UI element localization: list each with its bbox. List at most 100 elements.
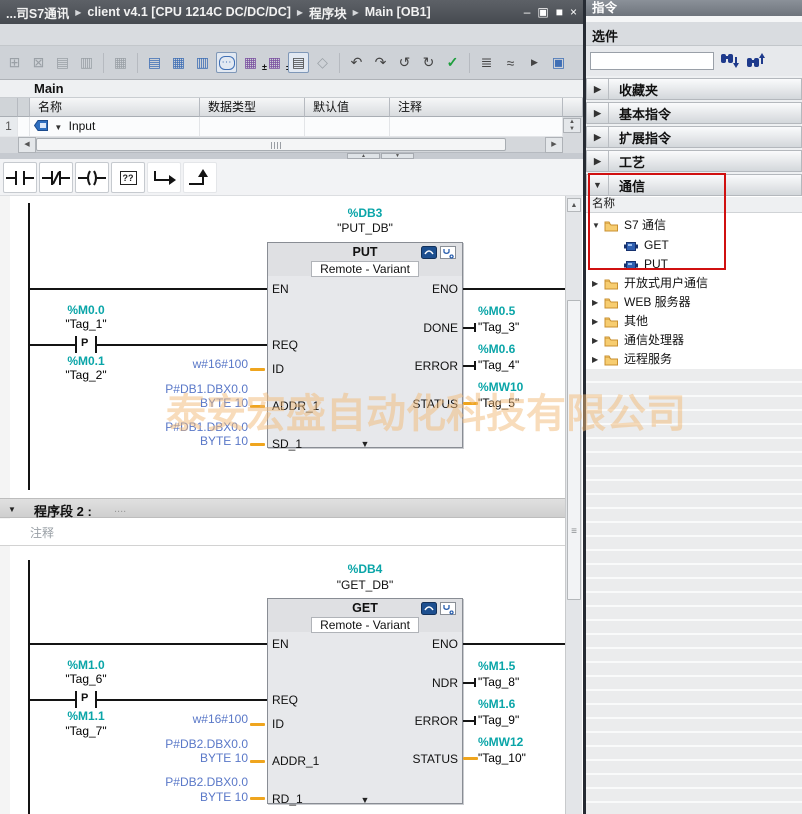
ff-wizard-icon[interactable]: ◇ [312, 52, 333, 73]
find-previous-icon[interactable] [746, 52, 768, 69]
chevron-down-icon[interactable]: ▼ [587, 175, 609, 195]
edge-memory-address[interactable]: %M1.1 [38, 709, 134, 723]
pin-id[interactable]: ID [272, 717, 284, 731]
redo-icon[interactable]: ↷ [370, 52, 391, 73]
pin-req[interactable]: REQ [272, 693, 298, 707]
breadcrumb-main-ob1[interactable]: Main [OB1] [365, 5, 431, 19]
tree-item-open-user-communication[interactable]: ▶ 开放式用户通信 [586, 274, 802, 293]
row-handle[interactable] [18, 117, 30, 137]
addr1-pointer[interactable]: P#DB2.DBX0.0 [128, 737, 248, 751]
row-dropdown-icon[interactable]: ▼ [54, 123, 62, 132]
search-input[interactable] [590, 52, 714, 70]
breadcrumb-plc[interactable]: client v4.1 [CPU 1214C DC/DC/DC] [87, 5, 291, 19]
table-hscrollbar[interactable]: ◀ ▶ [18, 137, 563, 153]
collapse-networks-icon[interactable]: ▦ [168, 52, 189, 73]
row-cell-comment[interactable] [390, 117, 563, 137]
edge-memory-tag[interactable]: "Tag_7" [38, 724, 134, 738]
scroll-right-icon[interactable]: ▶ [545, 137, 563, 153]
tree-column-header[interactable]: 名称 [586, 197, 802, 213]
restore-button[interactable]: ▣ [537, 5, 548, 19]
tree-expand-icon[interactable]: ▶ [592, 355, 598, 364]
no-contact-button[interactable] [3, 162, 37, 193]
block-calls-icon[interactable]: ▦ [110, 52, 131, 73]
toolbar-overflow-icon[interactable]: ▶ [524, 52, 545, 73]
breadcrumb-project[interactable]: ...司S7通讯 [6, 3, 69, 22]
close-branch-button[interactable] [183, 162, 217, 193]
insert-column-icon[interactable]: ▥ [76, 52, 97, 73]
pin-en[interactable]: EN [272, 637, 289, 651]
status-info-icon[interactable]: ≣ [476, 52, 497, 73]
pin-error[interactable]: ERROR [360, 714, 458, 728]
network-comments-toggle-icon[interactable]: ⋯ [216, 52, 237, 73]
addr1-length[interactable]: BYTE 10 [128, 751, 248, 765]
pin-addr1[interactable]: ADDR_1 [272, 754, 319, 768]
contact-operand-tag[interactable]: "Tag_6" [38, 672, 134, 686]
rd1-length[interactable]: BYTE 10 [128, 790, 248, 804]
minimize-button[interactable]: – [524, 5, 531, 19]
row-name[interactable]: Input [69, 119, 96, 133]
pin-status[interactable]: STATUS [360, 752, 458, 766]
signal-crossings-icon[interactable]: ≈ [500, 52, 521, 73]
scroll-down-icon[interactable]: ▼ [564, 126, 580, 133]
tree-item-communication-processors[interactable]: ▶ 通信处理器 [586, 331, 802, 350]
section-basic-instructions[interactable]: ▶ 基本指令 [586, 102, 802, 124]
insert-network-icon[interactable]: ⊞ [4, 52, 25, 73]
block-expand-icon[interactable]: ▼ [267, 795, 463, 805]
contact-operand-address[interactable]: %M1.0 [38, 658, 134, 672]
get-block-variant[interactable]: Remote - Variant [267, 616, 463, 634]
section-communication[interactable]: ▼ 通信 [586, 174, 802, 196]
chevron-right-icon[interactable]: ▶ [587, 151, 609, 171]
tree-expand-icon[interactable]: ▶ [592, 336, 598, 345]
display-format-toggle-icon[interactable]: ▤ [288, 52, 309, 73]
delete-network-icon[interactable]: ⊠ [28, 52, 49, 73]
table-row[interactable]: ▼ Input [30, 117, 200, 137]
empty-box-button[interactable]: ?? [111, 162, 145, 193]
absolute-operands-icon[interactable]: ▦± [240, 52, 261, 73]
block-config-icon[interactable] [440, 602, 456, 615]
open-branch-button[interactable] [147, 162, 181, 193]
hscroll-thumb[interactable] [36, 138, 506, 151]
instance-db-name[interactable]: "GET_DB" [267, 578, 463, 592]
scroll-left-icon[interactable]: ◀ [18, 137, 36, 153]
column-header-default[interactable]: 默认值 [305, 98, 390, 117]
section-favorites[interactable]: ▶ 收藏夹 [586, 78, 802, 100]
maximize-button[interactable]: ■ [556, 5, 563, 19]
chevron-right-icon[interactable]: ▶ [587, 103, 609, 123]
tree-expand-icon[interactable]: ▶ [592, 317, 598, 326]
tree-item-s7-communication[interactable]: ▼ S7 通信 [586, 216, 802, 235]
pin-eno[interactable]: ENO [360, 637, 458, 651]
tree-item-put[interactable]: PUT [586, 255, 802, 274]
close-button[interactable]: × [570, 5, 577, 19]
section-technology[interactable]: ▶ 工艺 [586, 150, 802, 172]
ladder-editor[interactable]: %DB3 "PUT_DB" PUT Remote - Variant EN EN… [0, 196, 583, 814]
column-header-comment[interactable]: 注释 [390, 98, 563, 117]
id-value[interactable]: w#16#100 [128, 712, 248, 726]
chevron-right-icon[interactable]: ▶ [587, 79, 609, 99]
vscroll-thumb[interactable] [567, 300, 581, 600]
insert-row-icon[interactable]: ▤ [52, 52, 73, 73]
column-header-name[interactable]: 名称 [30, 98, 200, 117]
row-cell-default[interactable] [305, 117, 390, 137]
chevron-right-icon[interactable]: ▶ [587, 127, 609, 147]
rd1-pointer[interactable]: P#DB2.DBX0.0 [128, 775, 248, 789]
section-extended-instructions[interactable]: ▶ 扩展指令 [586, 126, 802, 148]
instance-db-address[interactable]: %DB4 [267, 562, 463, 576]
column-header-datatype[interactable]: 数据类型 [200, 98, 305, 117]
ladder-vscrollbar[interactable]: ▲ ≡ [565, 196, 582, 814]
upload-icon[interactable]: ↻ [418, 52, 439, 73]
pin-ndr[interactable]: NDR [360, 676, 458, 690]
find-next-icon[interactable] [720, 52, 742, 69]
undo-icon[interactable]: ↶ [346, 52, 367, 73]
download-icon[interactable]: ↺ [394, 52, 415, 73]
symbolic-operands-icon[interactable]: ▦± [264, 52, 285, 73]
p-edge-contact[interactable]: P [81, 692, 88, 704]
consistency-check-icon[interactable]: ✓ [442, 52, 463, 73]
breadcrumb-program-blocks[interactable]: 程序块 [309, 3, 347, 22]
tree-item-get[interactable]: GET [586, 236, 802, 255]
split-editor-icon[interactable]: ▣ [548, 52, 569, 73]
tree-collapse-icon[interactable]: ▼ [592, 221, 600, 230]
tree-item-remote-services[interactable]: ▶ 远程服务 [586, 350, 802, 369]
coil-button[interactable] [75, 162, 109, 193]
tree-view-icon[interactable]: ▤ [144, 52, 165, 73]
row-cell-datatype[interactable] [200, 117, 305, 137]
